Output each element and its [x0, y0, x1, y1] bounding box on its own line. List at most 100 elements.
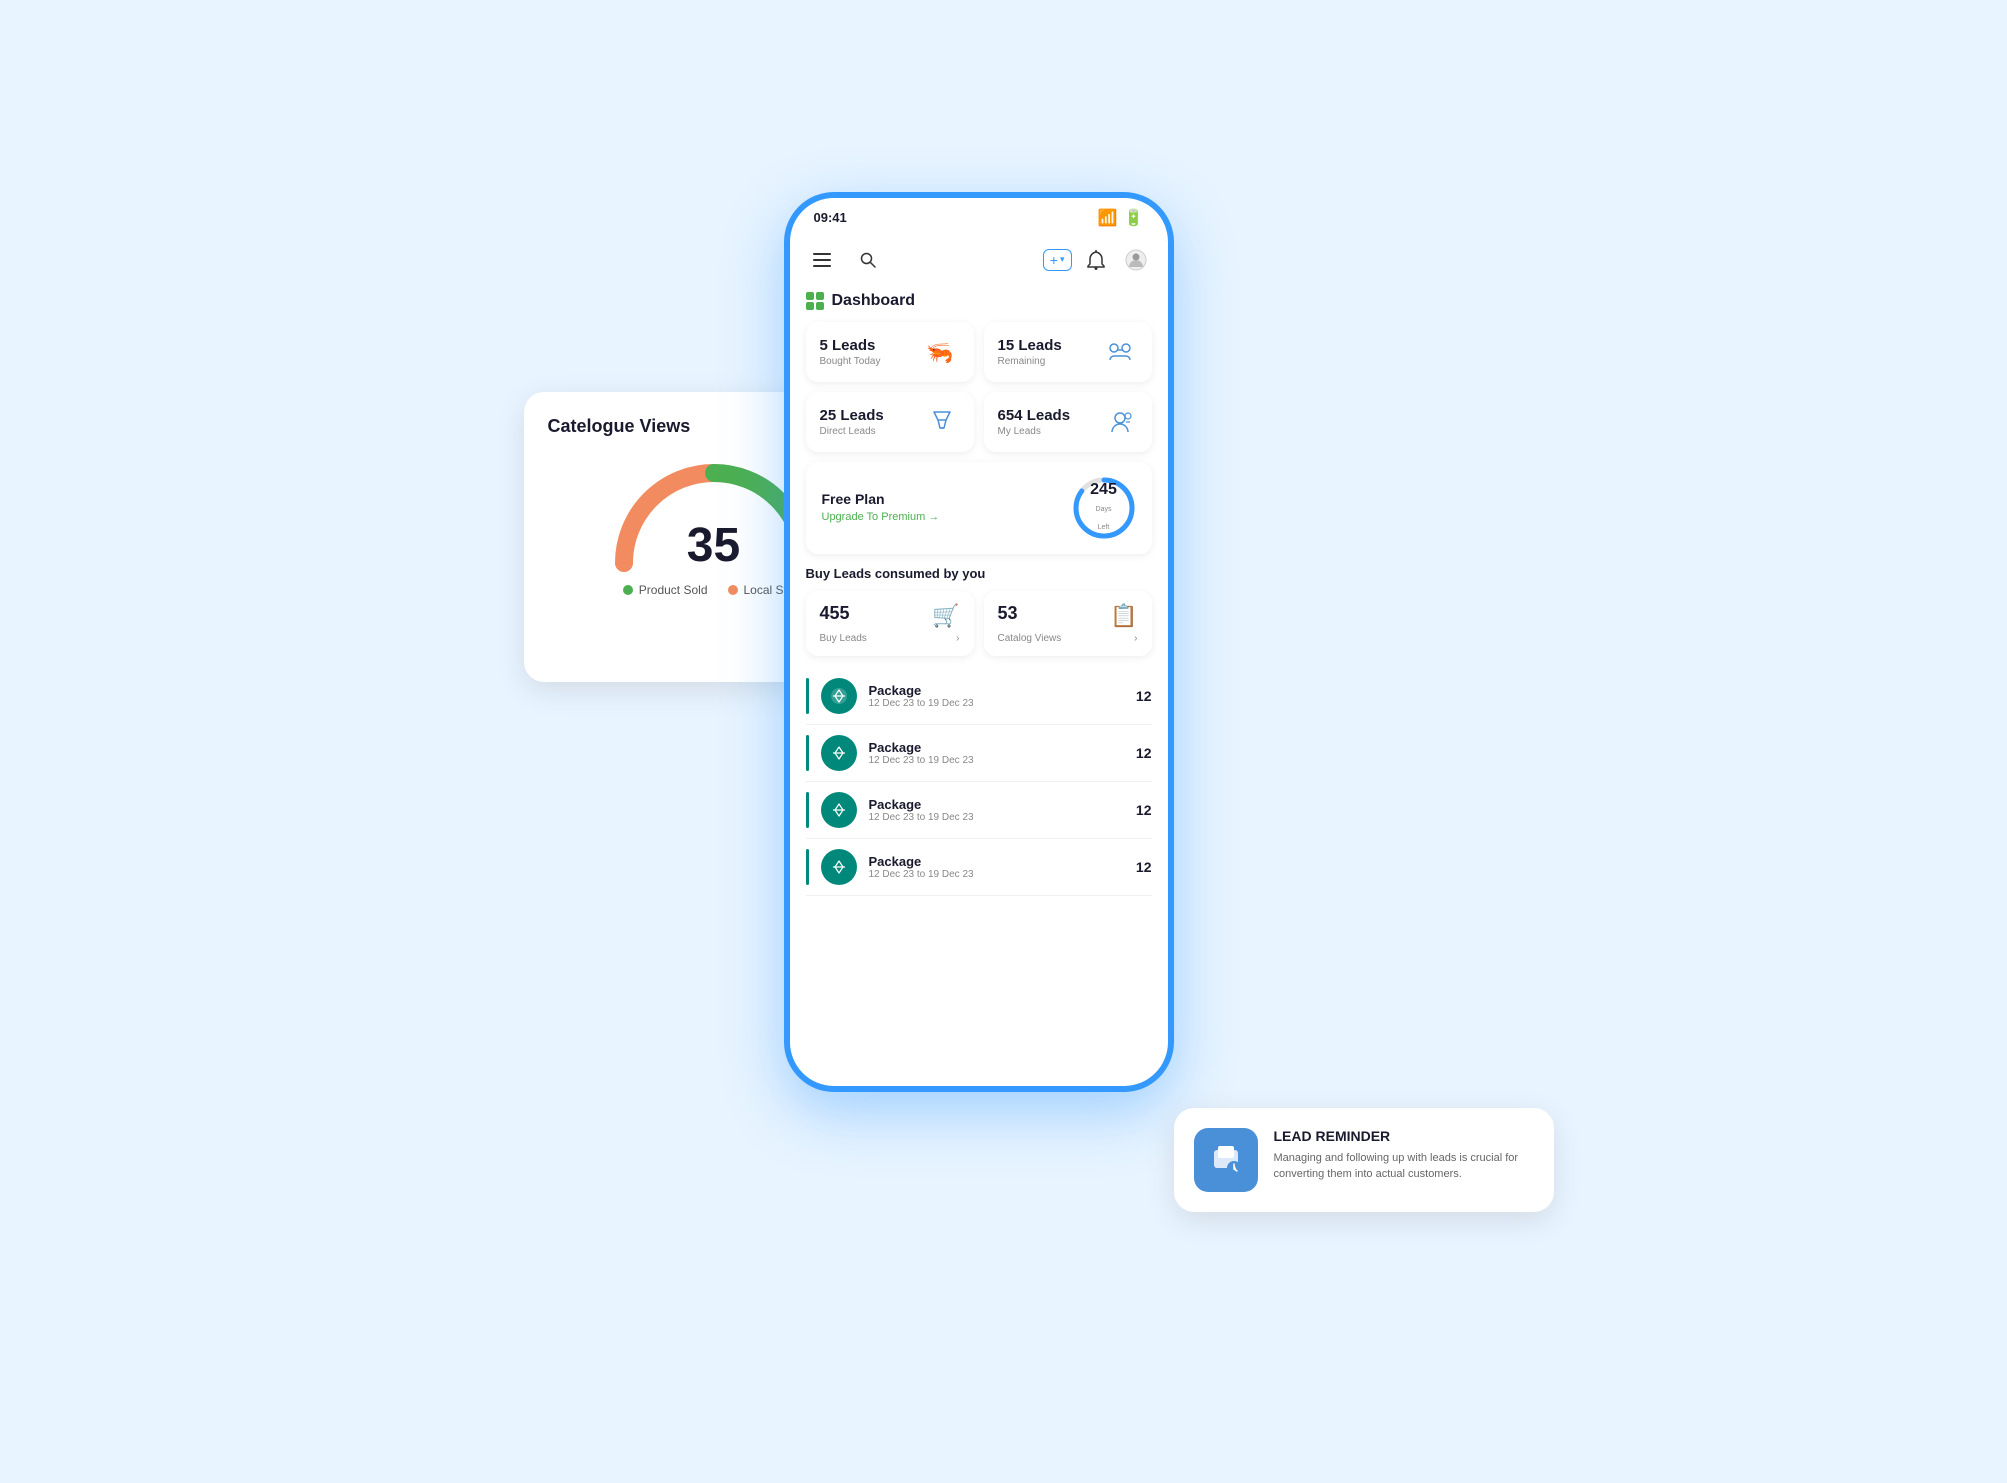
gauge-number: 35 [687, 518, 740, 573]
status-time: 09:41 [814, 210, 847, 225]
phone-frame: 09:41 📶 🔋 [784, 192, 1174, 1092]
pkg-border-0 [806, 678, 809, 714]
action-top-catalog: 53 📋 [998, 603, 1138, 629]
status-icons: 📶 🔋 [1098, 208, 1144, 228]
pkg-info-0: Package 12 Dec 23 to 19 Dec 23 [869, 683, 1124, 709]
phone-content[interactable]: +▾ [790, 228, 1168, 1066]
search-icon[interactable] [852, 244, 884, 276]
top-bar-left [806, 244, 884, 276]
pkg-name-2: Package [869, 797, 1124, 812]
product-sold-dot [623, 585, 633, 595]
stat-label-myleads: My Leads [998, 426, 1071, 437]
stat-label-direct: Direct Leads [820, 426, 884, 437]
stat-number-direct: 25 Leads [820, 407, 884, 424]
pkg-icon-0 [821, 678, 857, 714]
package-item-2[interactable]: Package 12 Dec 23 to 19 Dec 23 12 [806, 782, 1152, 839]
days-circle: 245 DaysLeft [1072, 476, 1136, 540]
pkg-info-3: Package 12 Dec 23 to 19 Dec 23 [869, 854, 1124, 880]
stat-label-bought: Bought Today [820, 356, 881, 367]
days-label: DaysLeft [1096, 506, 1112, 531]
reminder-body: Managing and following up with leads is … [1274, 1150, 1534, 1183]
days-number: 245 [1090, 482, 1117, 498]
top-bar-right: +▾ [1043, 244, 1152, 276]
dashboard-title-row: Dashboard [806, 292, 1152, 310]
action-arrow-catalog: › [1134, 633, 1137, 644]
user-avatar-icon[interactable] [1120, 244, 1152, 276]
package-item-3[interactable]: Package 12 Dec 23 to 19 Dec 23 12 [806, 839, 1152, 896]
plan-title: Free Plan [822, 491, 940, 507]
reminder-card: LEAD REMINDER Managing and following up … [1174, 1108, 1554, 1212]
pkg-border-1 [806, 735, 809, 771]
stat-card-remaining[interactable]: 15 Leads Remaining [984, 322, 1152, 382]
action-top-buyleads: 455 🛒 [820, 603, 960, 629]
legend-product-sold: Product Sold [623, 583, 708, 597]
product-sold-label: Product Sold [639, 583, 708, 597]
wifi-icon: 📶 [1098, 208, 1118, 228]
action-label-catalog: Catalog Views [998, 633, 1062, 644]
stat-number-bought: 5 Leads [820, 337, 881, 354]
stat-icon-myleads [1102, 404, 1138, 440]
stat-number-myleads: 654 Leads [998, 407, 1071, 424]
pkg-name-3: Package [869, 854, 1124, 869]
upgrade-link[interactable]: Upgrade To Premium → [822, 511, 940, 523]
stat-info-direct: 25 Leads Direct Leads [820, 407, 884, 437]
pkg-icon-3 [821, 849, 857, 885]
pkg-count-1: 12 [1136, 745, 1152, 761]
catalog-icon: 📋 [1110, 603, 1137, 629]
stat-card-bought[interactable]: 5 Leads Bought Today 🦐 [806, 322, 974, 382]
pkg-count-0: 12 [1136, 688, 1152, 704]
reminder-box-icon [1208, 1142, 1244, 1178]
dashboard-heading: Dashboard [832, 292, 916, 310]
stat-info-remaining: 15 Leads Remaining [998, 337, 1062, 367]
notification-icon[interactable] [1080, 244, 1112, 276]
pkg-border-3 [806, 849, 809, 885]
action-card-buyleads[interactable]: 455 🛒 Buy Leads › [806, 591, 974, 656]
pkg-info-2: Package 12 Dec 23 to 19 Dec 23 [869, 797, 1124, 823]
stat-number-remaining: 15 Leads [998, 337, 1062, 354]
stat-card-myleads[interactable]: 654 Leads My Leads [984, 392, 1152, 452]
pkg-icon-2 [821, 792, 857, 828]
phone-inner-frame: 09:41 📶 🔋 [790, 198, 1168, 1086]
pkg-count-3: 12 [1136, 859, 1152, 875]
action-number-catalog: 53 [998, 603, 1018, 624]
stat-info-bought: 5 Leads Bought Today [820, 337, 881, 367]
menu-icon[interactable] [806, 244, 838, 276]
package-item-0[interactable]: Package 12 Dec 23 to 19 Dec 23 12 [806, 668, 1152, 725]
stat-icon-bought: 🦐 [924, 334, 960, 370]
pkg-icon-1 [821, 735, 857, 771]
add-button[interactable]: +▾ [1043, 249, 1072, 271]
pkg-date-0: 12 Dec 23 to 19 Dec 23 [869, 698, 1124, 709]
svg-text:🦐: 🦐 [926, 340, 953, 365]
stat-icon-remaining [1102, 334, 1138, 370]
action-arrow-buyleads: › [956, 633, 959, 644]
battery-icon: 🔋 [1124, 208, 1144, 228]
reminder-icon-box [1194, 1128, 1258, 1192]
action-label-buyleads: Buy Leads [820, 633, 867, 644]
pkg-date-2: 12 Dec 23 to 19 Dec 23 [869, 812, 1124, 823]
stat-label-remaining: Remaining [998, 356, 1062, 367]
stat-info-myleads: 654 Leads My Leads [998, 407, 1071, 437]
pkg-date-1: 12 Dec 23 to 19 Dec 23 [869, 755, 1124, 766]
days-text: 245 DaysLeft [1090, 482, 1117, 534]
dashboard-icon [806, 292, 824, 310]
plan-card[interactable]: Free Plan Upgrade To Premium → 245 DaysL… [806, 462, 1152, 554]
action-number-buyleads: 455 [820, 603, 850, 624]
stat-card-direct[interactable]: 25 Leads Direct Leads [806, 392, 974, 452]
plan-info: Free Plan Upgrade To Premium → [822, 491, 940, 525]
phone-notch [939, 198, 1019, 220]
pkg-date-3: 12 Dec 23 to 19 Dec 23 [869, 869, 1124, 880]
action-card-catalog[interactable]: 53 📋 Catalog Views › [984, 591, 1152, 656]
pkg-border-2 [806, 792, 809, 828]
consumed-section-title: Buy Leads consumed by you [806, 566, 1152, 581]
stats-grid: 5 Leads Bought Today 🦐 15 Leads Remainin… [806, 322, 1152, 452]
package-item-1[interactable]: Package 12 Dec 23 to 19 Dec 23 12 [806, 725, 1152, 782]
reminder-text: LEAD REMINDER Managing and following up … [1274, 1128, 1534, 1183]
pkg-info-1: Package 12 Dec 23 to 19 Dec 23 [869, 740, 1124, 766]
local-store-dot [728, 585, 738, 595]
reminder-title: LEAD REMINDER [1274, 1128, 1534, 1144]
package-list: Package 12 Dec 23 to 19 Dec 23 12 P [806, 668, 1152, 896]
pkg-count-2: 12 [1136, 802, 1152, 818]
top-bar: +▾ [806, 236, 1152, 284]
stat-icon-direct [924, 404, 960, 440]
pkg-name-1: Package [869, 740, 1124, 755]
